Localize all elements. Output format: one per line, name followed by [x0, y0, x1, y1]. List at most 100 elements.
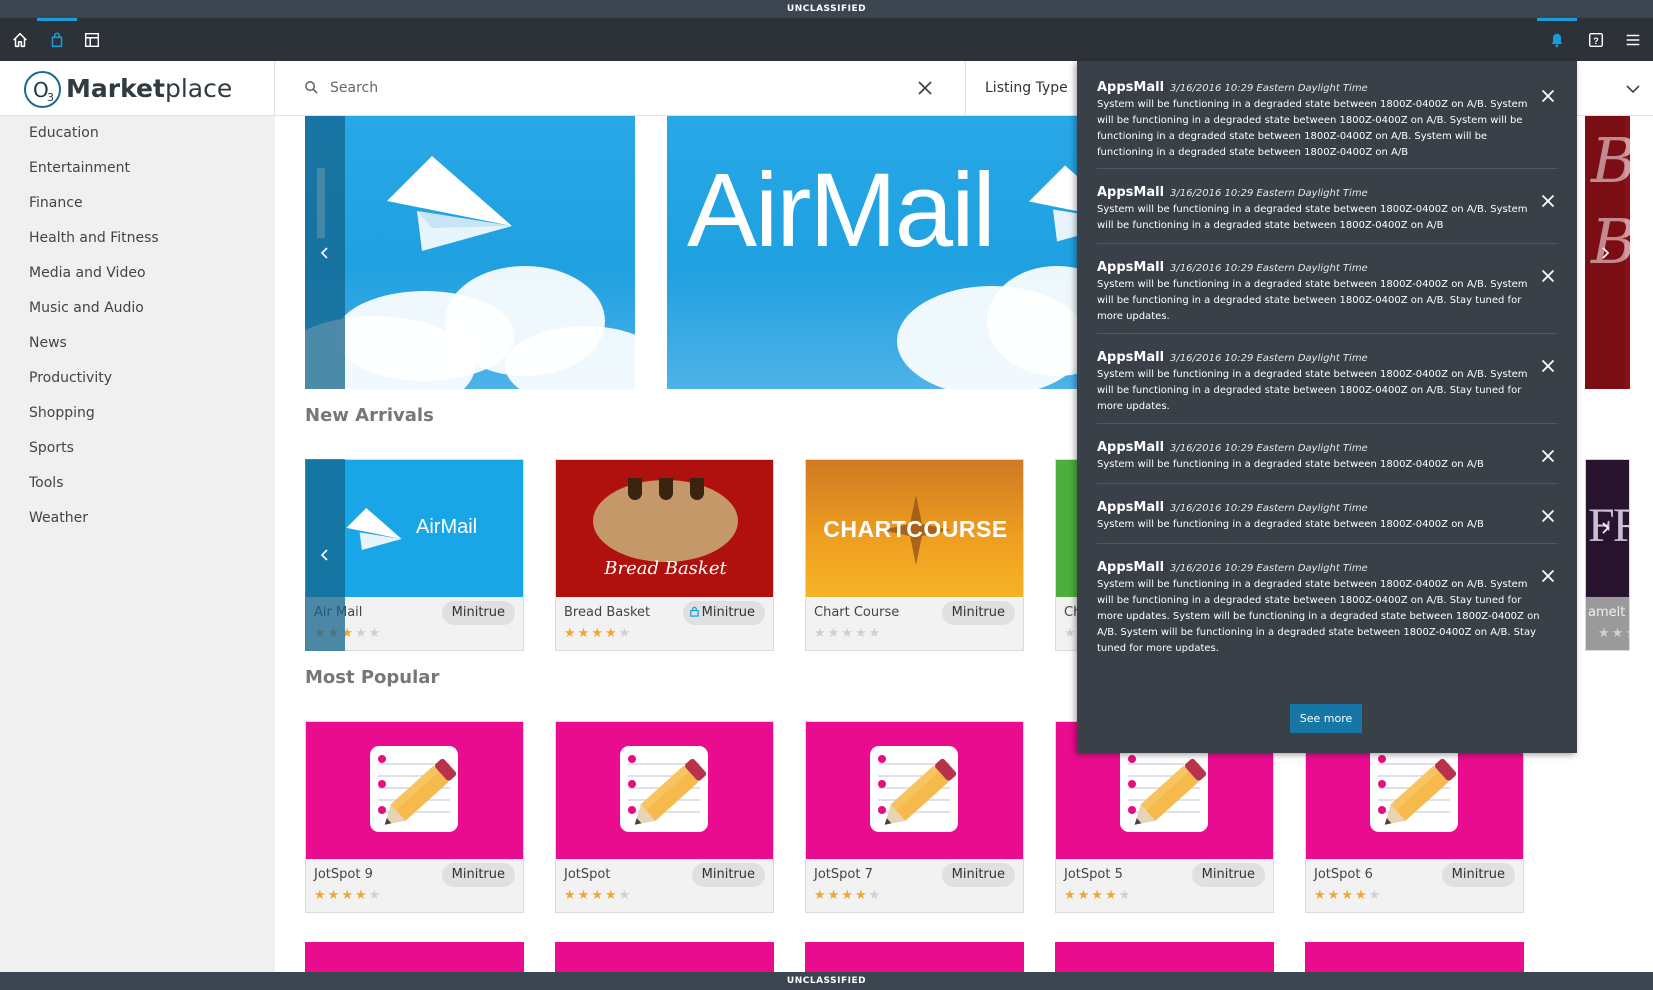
new-arrivals-next-button[interactable]: [1585, 459, 1625, 596]
help-button[interactable]: ?: [1576, 18, 1616, 61]
star-icon: ★: [868, 626, 883, 641]
listing-org-badge: Minitrue: [1191, 863, 1265, 887]
category-productivity[interactable]: Productivity: [0, 365, 275, 400]
dashboard-button[interactable]: [72, 18, 112, 61]
listing-thumbnail: [306, 722, 523, 859]
search-input[interactable]: [330, 75, 890, 101]
notification-divider: [1097, 333, 1557, 334]
listing-card-partial[interactable]: [805, 942, 1024, 972]
close-icon[interactable]: [1541, 194, 1555, 208]
notification-header: AppsMall 3/16/2016 10:29 Eastern Daylight…: [1097, 499, 1557, 517]
listing-org-badge: Minitrue: [941, 601, 1015, 625]
category-entertainment[interactable]: Entertainment: [0, 155, 275, 190]
close-icon[interactable]: [1541, 359, 1555, 373]
featured-slide-airmail[interactable]: AirMail: [667, 116, 1087, 389]
category-music-and-audio[interactable]: Music and Audio: [0, 295, 275, 330]
search-icon: [305, 81, 318, 94]
notification-timestamp: 3/16/2016 10:29 Eastern Daylight Time: [1170, 503, 1368, 514]
listing-card-chart-course[interactable]: CHARTCOURSE Chart Course Minitrue ★★★★★: [805, 459, 1024, 651]
listing-org-badge: Minitrue: [941, 863, 1015, 887]
close-icon[interactable]: [915, 78, 935, 98]
listing-thumbnail: [556, 722, 773, 859]
chevron-right-icon: [1602, 246, 1610, 259]
star-icon: ★: [618, 888, 633, 903]
notification-source: AppsMall: [1097, 80, 1165, 95]
notification-item: AppsMall 3/16/2016 10:29 Eastern Daylight…: [1097, 559, 1557, 657]
see-more-button[interactable]: See more: [1290, 704, 1362, 733]
notification-header: AppsMall 3/16/2016 10:29 Eastern Daylight…: [1097, 559, 1557, 577]
carousel-prev-button[interactable]: [305, 116, 345, 389]
notification-message: System will be functioning in a degraded…: [1097, 99, 1528, 158]
close-icon[interactable]: [1541, 509, 1555, 523]
category-shopping[interactable]: Shopping: [0, 400, 275, 435]
listing-card-jotspot[interactable]: JotSpot Minitrue ★★★★★: [555, 721, 774, 913]
listing-name: Chart Course: [814, 605, 900, 620]
help-icon: ?: [1588, 32, 1604, 47]
notification-header: AppsMall 3/16/2016 10:29 Eastern Daylight…: [1097, 439, 1557, 457]
carousel-next-button[interactable]: [1585, 116, 1625, 389]
star-icon: ★: [618, 626, 633, 641]
notifications-panel: AppsMall 3/16/2016 10:29 Eastern Daylight…: [1077, 61, 1577, 753]
listing-card-partial[interactable]: [1055, 942, 1274, 972]
star-icon: ★: [827, 888, 842, 903]
listing-card-partial[interactable]: [305, 942, 524, 972]
notification-timestamp: 3/16/2016 10:29 Eastern Daylight Time: [1170, 188, 1368, 199]
new-arrivals-heading: New Arrivals: [305, 405, 434, 426]
chevron-down-icon[interactable]: [1625, 81, 1641, 97]
notepad-pencil-icon: [870, 746, 958, 832]
home-icon: [13, 32, 27, 47]
listing-card-bread-basket[interactable]: Bread Basket Bread Basket Minitrue ★★★★★: [555, 459, 774, 651]
star-icon: ★: [1104, 888, 1119, 903]
close-icon[interactable]: [1541, 269, 1555, 283]
classification-banner-bottom: UNCLASSIFIED: [0, 972, 1653, 990]
notification-header: AppsMall 3/16/2016 10:29 Eastern Daylight…: [1097, 184, 1557, 202]
close-icon[interactable]: [1541, 89, 1555, 103]
close-icon[interactable]: [1541, 569, 1555, 583]
listing-org-badge: Minitrue: [682, 601, 765, 625]
star-icon: ★: [868, 888, 883, 903]
category-education[interactable]: Education: [0, 120, 275, 155]
notepad-pencil-icon: [620, 746, 708, 832]
star-icon: ★: [1598, 626, 1612, 641]
category-health-and-fitness[interactable]: Health and Fitness: [0, 225, 275, 260]
listing-thumbnail: CHARTCOURSE: [806, 460, 1023, 597]
marketplace-button[interactable]: [37, 18, 77, 61]
category-news[interactable]: News: [0, 330, 275, 365]
category-tools[interactable]: Tools: [0, 470, 275, 505]
listing-thumbnail: [806, 722, 1023, 859]
star-icon: ★: [841, 626, 855, 641]
listing-org-badge: Minitrue: [441, 863, 515, 887]
listing-card-partial[interactable]: [555, 942, 774, 972]
category-list: Education Entertainment Finance Health a…: [0, 120, 275, 540]
notifications-button[interactable]: [1537, 18, 1577, 61]
new-arrivals-prev-button[interactable]: [305, 459, 345, 651]
star-icon: ★: [827, 626, 842, 641]
notepad-pencil-icon: [1370, 746, 1458, 832]
star-icon: ★: [564, 626, 578, 641]
notification-item: AppsMall 3/16/2016 10:29 Eastern Daylight…: [1097, 79, 1557, 161]
close-icon[interactable]: [1541, 449, 1555, 463]
paper-plane-icon: [346, 508, 402, 550]
category-finance[interactable]: Finance: [0, 190, 275, 225]
listing-card-jotspot[interactable]: JotSpot 9 Minitrue ★★★★★: [305, 721, 524, 913]
listing-name: JotSpot 6: [1314, 867, 1373, 882]
logo-o-subscript: 3: [47, 91, 54, 104]
notification-item: AppsMall 3/16/2016 10:29 Eastern Daylight…: [1097, 499, 1557, 533]
notification-source: AppsMall: [1097, 500, 1165, 515]
logo-text: Marketplace: [66, 74, 232, 103]
notification-divider: [1097, 543, 1557, 544]
marketplace-bag-icon: [51, 32, 63, 47]
category-media-and-video[interactable]: Media and Video: [0, 260, 275, 295]
featured-slide-left[interactable]: [305, 116, 635, 389]
category-weather[interactable]: Weather: [0, 505, 275, 540]
main-menu-button[interactable]: [1613, 18, 1653, 61]
listing-card-partial[interactable]: [1305, 942, 1524, 972]
home-button[interactable]: [0, 18, 40, 61]
marketplace-logo[interactable]: O 3 Marketplace: [0, 61, 275, 116]
listing-type-dropdown[interactable]: Listing Type: [985, 80, 1068, 96]
notification-header: AppsMall 3/16/2016 10:29 Eastern Daylight…: [1097, 259, 1557, 277]
listing-card-jotspot[interactable]: JotSpot 7 Minitrue ★★★★★: [805, 721, 1024, 913]
notification-item: AppsMall 3/16/2016 10:29 Eastern Daylight…: [1097, 349, 1557, 415]
star-icon: ★: [854, 888, 869, 903]
category-sports[interactable]: Sports: [0, 435, 275, 470]
